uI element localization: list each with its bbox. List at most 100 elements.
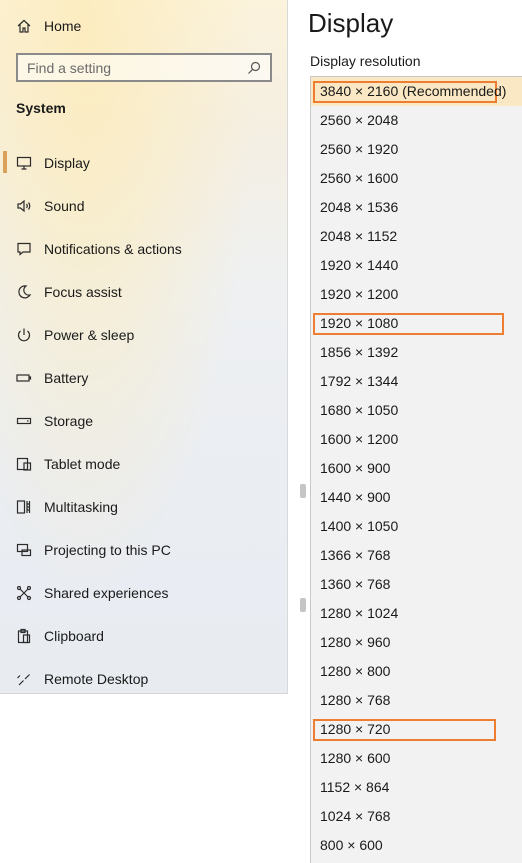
resolution-option[interactable]: 1152 × 864 [311,773,522,802]
resolution-option[interactable]: 1856 × 1392 [311,338,522,367]
resolution-option[interactable]: 1280 × 720 [311,715,522,744]
resolution-option-label: 1600 × 900 [320,460,391,476]
resolution-option[interactable]: 1920 × 1440 [311,251,522,280]
resolution-option-label: 2560 × 1600 [320,170,399,186]
resolution-option[interactable]: 1360 × 768 [311,570,522,599]
monitor-icon [16,155,32,171]
search-icon[interactable] [246,60,262,76]
sidebar-item-shared-experiences[interactable]: Shared experiences [0,571,288,614]
sidebar-item-label: Battery [44,369,89,386]
resolution-option-label: 1600 × 1200 [320,431,399,447]
nav-list: Display Sound Notifications & actions Focus… [0,141,288,700]
background-glyph [300,484,306,498]
resolution-option-label: 800 × 600 [320,837,383,853]
resolution-option[interactable]: 1680 × 1050 [311,396,522,425]
power-icon [16,327,32,343]
sidebar-item-notifications-and-actions[interactable]: Notifications & actions [0,227,288,270]
storage-icon [16,413,32,429]
resolution-option[interactable]: 1440 × 900 [311,483,522,512]
sidebar-item-battery[interactable]: Battery [0,356,288,399]
remote-desktop-icon [16,671,32,687]
sidebar-item-label: Projecting to this PC [44,541,171,558]
sidebar-item-tablet-mode[interactable]: Tablet mode [0,442,288,485]
resolution-option[interactable]: 2560 × 2048 [311,106,522,135]
home-icon [16,18,32,34]
resolution-option-label: 1280 × 960 [320,634,391,650]
resolution-option-label: 1920 × 1440 [320,257,399,273]
sidebar-item-display[interactable]: Display [0,141,288,184]
resolution-option[interactable]: 1920 × 1080 [311,309,522,338]
sidebar-item-clipboard[interactable]: Clipboard [0,614,288,657]
sidebar-item-label: Sound [44,197,85,214]
notifications-icon [16,241,32,257]
resolution-option-label: 1280 × 768 [320,692,391,708]
resolution-option-label: 2560 × 1920 [320,141,399,157]
home-link[interactable]: Home [16,14,81,38]
resolution-option[interactable]: 2560 × 1600 [311,164,522,193]
sidebar: Home System Display Sound Notifications & … [0,0,288,694]
tablet-icon [16,456,32,472]
sidebar-item-label: Focus assist [44,283,122,300]
resolution-option[interactable]: 1600 × 900 [311,454,522,483]
resolution-option-label: 1856 × 1392 [320,344,399,360]
resolution-options: 3840 × 2160 (Recommended) 2560 × 2048 2560… [311,77,522,860]
clipboard-icon [16,628,32,644]
resolution-option[interactable]: 1600 × 1200 [311,425,522,454]
speaker-icon [16,198,32,214]
resolution-option[interactable]: 1920 × 1200 [311,280,522,309]
sidebar-item-label: Display [44,154,90,171]
resolution-option-label: 1024 × 768 [320,808,391,824]
resolution-option[interactable]: 1280 × 960 [311,628,522,657]
resolution-option-label: 1440 × 900 [320,489,391,505]
resolution-option[interactable]: 2048 × 1152 [311,222,522,251]
multitasking-icon [16,499,32,515]
resolution-option-label: 1280 × 720 [320,721,391,737]
sidebar-item-label: Tablet mode [44,455,121,472]
resolution-option-label: 2048 × 1152 [320,228,398,244]
resolution-option[interactable]: 1024 × 768 [311,802,522,831]
resolution-option[interactable]: 1280 × 768 [311,686,522,715]
sidebar-item-label: Multitasking [44,498,118,515]
sidebar-item-focus-assist[interactable]: Focus assist [0,270,288,313]
search-box[interactable] [16,53,272,82]
sidebar-item-label: Clipboard [44,627,104,644]
resolution-option[interactable]: 2560 × 1920 [311,135,522,164]
sidebar-item-label: Power & sleep [44,326,135,343]
resolution-option[interactable]: 1400 × 1050 [311,512,522,541]
resolution-option-label: 2048 × 1536 [320,199,399,215]
sidebar-item-remote-desktop[interactable]: Remote Desktop [0,657,288,700]
sidebar-item-label: Notifications & actions [44,240,182,257]
sidebar-item-multitasking[interactable]: Multitasking [0,485,288,528]
resolution-option-label: 1280 × 800 [320,663,391,679]
sidebar-item-label: Remote Desktop [44,670,149,687]
search-input[interactable] [18,54,239,81]
resolution-option-label: 3840 × 2160 (Recommended) [320,83,507,99]
resolution-option[interactable]: 3840 × 2160 (Recommended) [311,77,522,106]
sidebar-item-power-and-sleep[interactable]: Power & sleep [0,313,288,356]
resolution-option-label: 1366 × 768 [320,547,391,563]
resolution-option[interactable]: 1280 × 800 [311,657,522,686]
resolution-option-label: 1920 × 1080 [320,315,399,331]
resolution-option[interactable]: 2048 × 1536 [311,193,522,222]
battery-icon [16,370,32,386]
resolution-option[interactable]: 1366 × 768 [311,541,522,570]
resolution-option[interactable]: 1280 × 600 [311,744,522,773]
resolution-dropdown[interactable]: 3840 × 2160 (Recommended) 2560 × 2048 2560… [310,76,522,863]
moon-icon [16,284,32,300]
resolution-option-label: 1400 × 1050 [320,518,399,534]
section-title: System [16,100,66,116]
settings-window: Home System Display Sound Notifications & … [0,0,522,863]
resolution-option[interactable]: 800 × 600 [311,831,522,860]
projecting-icon [16,542,32,558]
resolution-option-label: 1360 × 768 [320,576,391,592]
sidebar-item-storage[interactable]: Storage [0,399,288,442]
resolution-option-label: 1152 × 864 [320,779,390,795]
resolution-option[interactable]: 1280 × 1024 [311,599,522,628]
shared-icon [16,585,32,601]
sidebar-item-sound[interactable]: Sound [0,184,288,227]
sidebar-item-projecting-to-this-pc[interactable]: Projecting to this PC [0,528,288,571]
resolution-label: Display resolution [310,53,421,69]
page-title: Display [308,8,394,38]
resolution-option[interactable]: 1792 × 1344 [311,367,522,396]
resolution-option-label: 1680 × 1050 [320,402,399,418]
